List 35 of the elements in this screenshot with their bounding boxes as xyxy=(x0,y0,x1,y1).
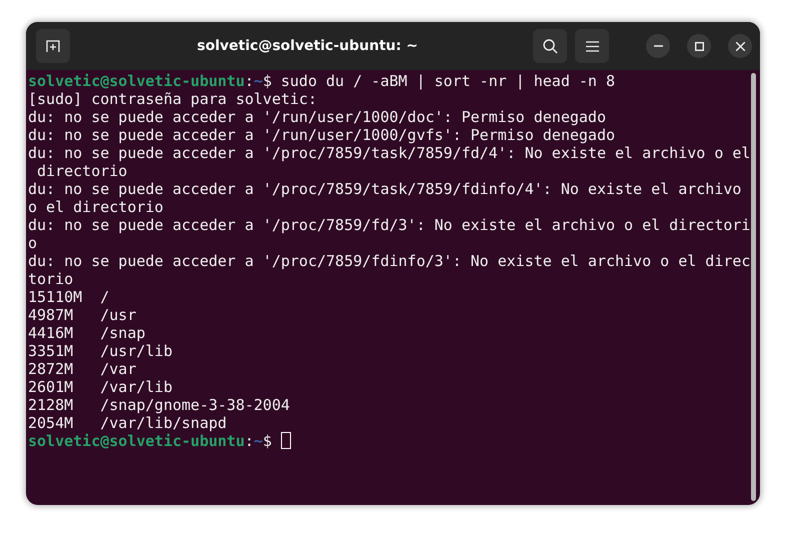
output-line: 15110M / xyxy=(28,288,110,306)
minimize-icon xyxy=(654,45,662,47)
output-line: o el directorio xyxy=(28,198,164,216)
output-line: torio xyxy=(28,270,74,288)
output-line: directorio xyxy=(36,162,128,180)
output-line: du: no se puede acceder a '/run/user/1000/gvfs': Permiso denegado xyxy=(28,126,615,144)
output-line: 4416M /snap xyxy=(28,324,146,342)
window-title: solvetic@solvetic-ubuntu: ~ xyxy=(196,38,419,54)
new-tab-icon xyxy=(46,39,60,53)
menu-button[interactable] xyxy=(575,29,609,63)
search-icon xyxy=(542,38,558,54)
output-line: du: no se puede acceder a '/run/user/1000/doc': Permiso denegado xyxy=(28,108,606,126)
output-line: 2872M /var xyxy=(28,360,136,378)
output-line: du: no se puede acceder a '/proc/7859/fd/3': No existe el archivo o el directori xyxy=(28,216,750,234)
output-line: du: no se puede acceder a '/proc/7859/task/7859/fdinfo/4': No existe el archivo xyxy=(28,180,742,198)
new-tab-button[interactable] xyxy=(36,29,70,63)
maximize-icon xyxy=(694,42,704,50)
output-line: 4987M /usr xyxy=(28,306,136,324)
close-icon xyxy=(736,42,744,50)
maximize-button[interactable] xyxy=(687,34,711,58)
output-line: [sudo] contraseña para solvetic: xyxy=(28,90,317,108)
output-line: o xyxy=(28,234,38,252)
output-line: 2601M /var/lib xyxy=(28,378,172,396)
output-line: du: no se puede acceder a '/proc/7859/task/7859/fd/4': No existe el archivo o el xyxy=(28,144,750,162)
menu-icon xyxy=(586,40,598,52)
output-line: 2128M /snap/gnome-3-38-2004 xyxy=(28,396,290,414)
prompt-line: solvetic@solvetic-ubuntu:~$ xyxy=(28,432,272,450)
output-line: 3351M /usr/lib xyxy=(28,342,172,360)
minimize-button[interactable] xyxy=(646,34,670,58)
output-line: du: no se puede acceder a '/proc/7859/fdinfo/3': No existe el archivo o el direc xyxy=(28,252,750,270)
close-button[interactable] xyxy=(728,34,752,58)
scrollbar[interactable] xyxy=(751,73,756,501)
output-line: 2054M /var/lib/snapd xyxy=(28,414,227,432)
search-button[interactable] xyxy=(533,29,567,63)
prompt-line: solvetic@solvetic-ubuntu:~$ sudo du / -aBM | sort -nr | head -n 8 xyxy=(28,72,616,90)
